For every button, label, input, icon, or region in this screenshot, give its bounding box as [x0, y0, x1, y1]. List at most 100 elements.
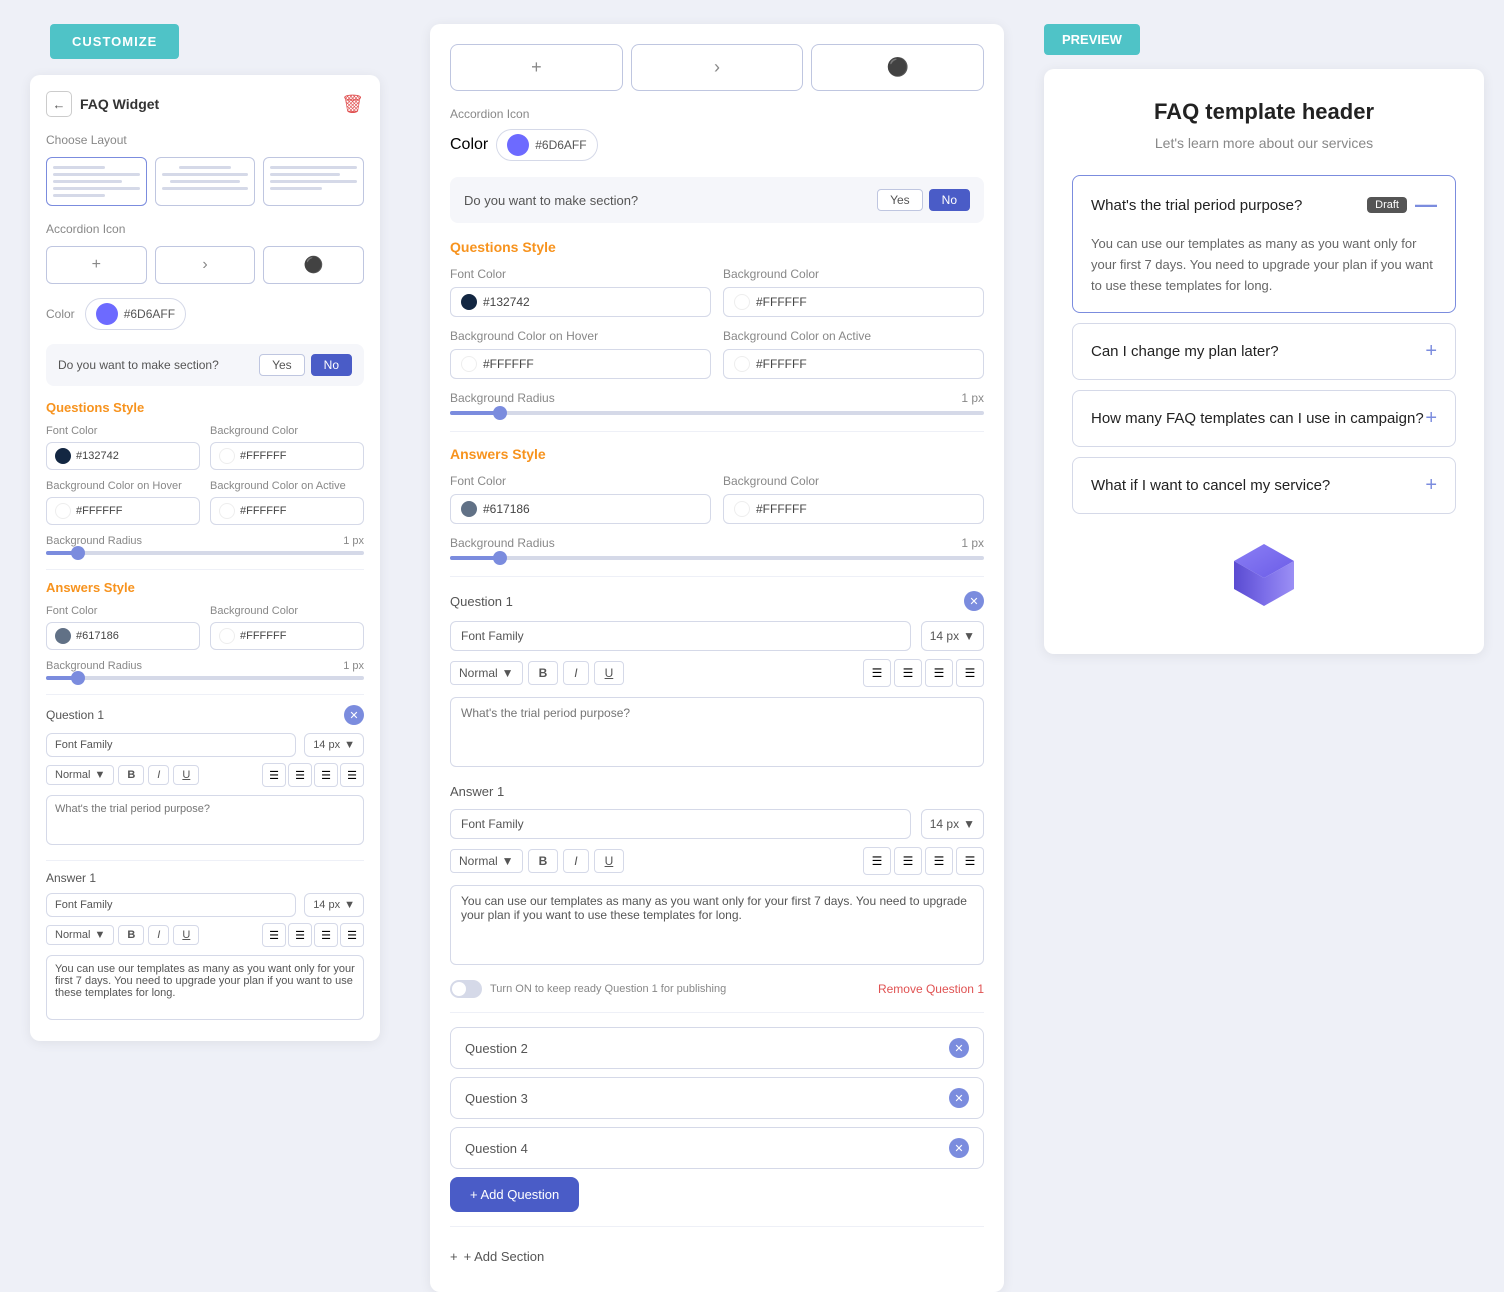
q1-italic-btn[interactable]: I: [148, 765, 169, 785]
mid-q1-font-select[interactable]: Font Family: [450, 621, 911, 651]
q1-text-input[interactable]: [46, 795, 364, 845]
q-radius-slider[interactable]: [46, 551, 364, 555]
q-active-picker[interactable]: #FFFFFF: [210, 497, 364, 525]
mid-a1-italic[interactable]: I: [563, 849, 588, 873]
a-radius-slider[interactable]: [46, 676, 364, 680]
a1-bold-btn[interactable]: B: [118, 925, 144, 945]
mid-q1-align-center[interactable]: ☰: [894, 659, 922, 687]
mid-a1-text[interactable]: You can use our templates as many as you…: [450, 885, 984, 965]
faq-item-2[interactable]: Can I change my plan later? +: [1072, 323, 1456, 380]
mid-q1-underline[interactable]: U: [594, 661, 625, 685]
customize-button[interactable]: CUSTOMIZE: [50, 24, 179, 59]
faq-expand-icon-3[interactable]: +: [1425, 407, 1437, 430]
a1-italic-btn[interactable]: I: [148, 925, 169, 945]
a1-text-input[interactable]: You can use our templates as many as you…: [46, 955, 364, 1020]
a1-align-left[interactable]: ☰: [262, 923, 286, 947]
mid-q1-align-justify[interactable]: ☰: [956, 659, 984, 687]
faq-item-3-header[interactable]: How many FAQ templates can I use in camp…: [1073, 391, 1455, 446]
acc-icon-circle[interactable]: ⚫: [263, 246, 364, 284]
mid-a1-align-right[interactable]: ☰: [925, 847, 953, 875]
q1-align-center[interactable]: ☰: [288, 763, 312, 787]
mid-acc-icon-circle[interactable]: ⚫: [811, 44, 984, 91]
q1-align-left[interactable]: ☰: [262, 763, 286, 787]
mid-a1-font-select[interactable]: Font Family: [450, 809, 911, 839]
q-bg-color-picker[interactable]: #FFFFFF: [210, 442, 364, 470]
mid-yes-btn[interactable]: Yes: [877, 189, 923, 211]
mid-q1-normal-select[interactable]: Normal ▼: [450, 661, 523, 685]
mid-a1-align-left[interactable]: ☰: [863, 847, 891, 875]
delete-icon[interactable]: 🗑: [341, 94, 364, 115]
q1-font-size-wrap[interactable]: 14 px ▼: [304, 733, 364, 757]
acc-icon-chevron[interactable]: ›: [155, 246, 256, 284]
mid-q-hover-picker[interactable]: #FFFFFF: [450, 349, 711, 379]
mid-q-font-picker[interactable]: #132742: [450, 287, 711, 317]
mid-q-active-picker[interactable]: #FFFFFF: [723, 349, 984, 379]
mid-a1-underline[interactable]: U: [594, 849, 625, 873]
a1-font-family-select[interactable]: Font Family: [46, 893, 296, 917]
question2-item[interactable]: Question 2 ✕: [450, 1027, 984, 1069]
back-icon[interactable]: ←: [46, 91, 72, 117]
mid-q1-text[interactable]: [450, 697, 984, 767]
q-active-label: Background Color on Active: [210, 480, 364, 492]
publish-toggle[interactable]: [450, 980, 482, 998]
mid-a1-align-justify[interactable]: ☰: [956, 847, 984, 875]
mid-q1-bold[interactable]: B: [528, 661, 559, 685]
mid-a-slider[interactable]: [450, 556, 984, 560]
mid-no-btn[interactable]: No: [929, 189, 970, 211]
faq-q4-title: What if I want to cancel my service?: [1091, 477, 1330, 494]
mid-q-slider[interactable]: [450, 411, 984, 415]
mid-a1-font-size[interactable]: 14 px ▼: [921, 809, 984, 839]
q1-underline-btn[interactable]: U: [173, 765, 199, 785]
q1-bold-btn[interactable]: B: [118, 765, 144, 785]
mid-q1-align-left[interactable]: ☰: [863, 659, 891, 687]
q1-normal-dropdown[interactable]: Normal ▼: [46, 765, 114, 785]
q-hover-picker[interactable]: #FFFFFF: [46, 497, 200, 525]
faq-item-2-header[interactable]: Can I change my plan later? +: [1073, 324, 1455, 379]
q1-font-family-select[interactable]: Font Family: [46, 733, 296, 757]
a1-underline-btn[interactable]: U: [173, 925, 199, 945]
mid-a1-align-center[interactable]: ☰: [894, 847, 922, 875]
layout-option-3[interactable]: [263, 157, 364, 206]
mid-a1-bold[interactable]: B: [528, 849, 559, 873]
faq-item-1[interactable]: What's the trial period purpose? Draft —…: [1072, 175, 1456, 313]
a1-align-justify[interactable]: ☰: [340, 923, 364, 947]
yes-button[interactable]: Yes: [259, 354, 305, 376]
faq-item-4[interactable]: What if I want to cancel my service? +: [1072, 457, 1456, 514]
a-bg-color-picker[interactable]: #FFFFFF: [210, 622, 364, 650]
mid-acc-icon-plus[interactable]: +: [450, 44, 623, 91]
a1-font-size-wrap[interactable]: 14 px ▼: [304, 893, 364, 917]
mid-a-font-picker[interactable]: #617186: [450, 494, 711, 524]
faq-collapse-icon[interactable]: —: [1415, 192, 1437, 218]
mid-q-bg-picker[interactable]: #FFFFFF: [723, 287, 984, 317]
color-picker[interactable]: #6D6AFF: [85, 298, 186, 330]
faq-expand-icon-4[interactable]: +: [1425, 474, 1437, 497]
mid-q1-align-right[interactable]: ☰: [925, 659, 953, 687]
cube-decoration: [1072, 534, 1456, 624]
mid-a1-normal-select[interactable]: Normal ▼: [450, 849, 523, 873]
a1-normal-dropdown[interactable]: Normal ▼: [46, 925, 114, 945]
add-section-btn[interactable]: + + Add Section: [450, 1241, 544, 1272]
a1-align-right[interactable]: ☰: [314, 923, 338, 947]
faq-item-4-header[interactable]: What if I want to cancel my service? +: [1073, 458, 1455, 513]
layout-option-1[interactable]: [46, 157, 147, 206]
mid-q1-font-size[interactable]: 14 px ▼: [921, 621, 984, 651]
a-font-color-picker[interactable]: #617186: [46, 622, 200, 650]
mid-q1-italic[interactable]: I: [563, 661, 588, 685]
add-question-btn[interactable]: + Add Question: [450, 1177, 579, 1212]
q-font-color-picker[interactable]: #132742: [46, 442, 200, 470]
layout-option-2[interactable]: [155, 157, 256, 206]
mid-a-bg-picker[interactable]: #FFFFFF: [723, 494, 984, 524]
question4-item[interactable]: Question 4 ✕: [450, 1127, 984, 1169]
a1-align-center[interactable]: ☰: [288, 923, 312, 947]
mid-color-picker[interactable]: #6D6AFF: [496, 129, 597, 161]
q1-align-justify[interactable]: ☰: [340, 763, 364, 787]
faq-item-3[interactable]: How many FAQ templates can I use in camp…: [1072, 390, 1456, 447]
faq-item-1-header[interactable]: What's the trial period purpose? Draft —: [1073, 176, 1455, 234]
acc-icon-plus[interactable]: +: [46, 246, 147, 284]
no-button[interactable]: No: [311, 354, 352, 376]
faq-expand-icon-2[interactable]: +: [1425, 340, 1437, 363]
remove-q1-link[interactable]: Remove Question 1: [878, 982, 984, 996]
mid-acc-icon-chevron[interactable]: ›: [631, 44, 804, 91]
question3-item[interactable]: Question 3 ✕: [450, 1077, 984, 1119]
q1-align-right[interactable]: ☰: [314, 763, 338, 787]
